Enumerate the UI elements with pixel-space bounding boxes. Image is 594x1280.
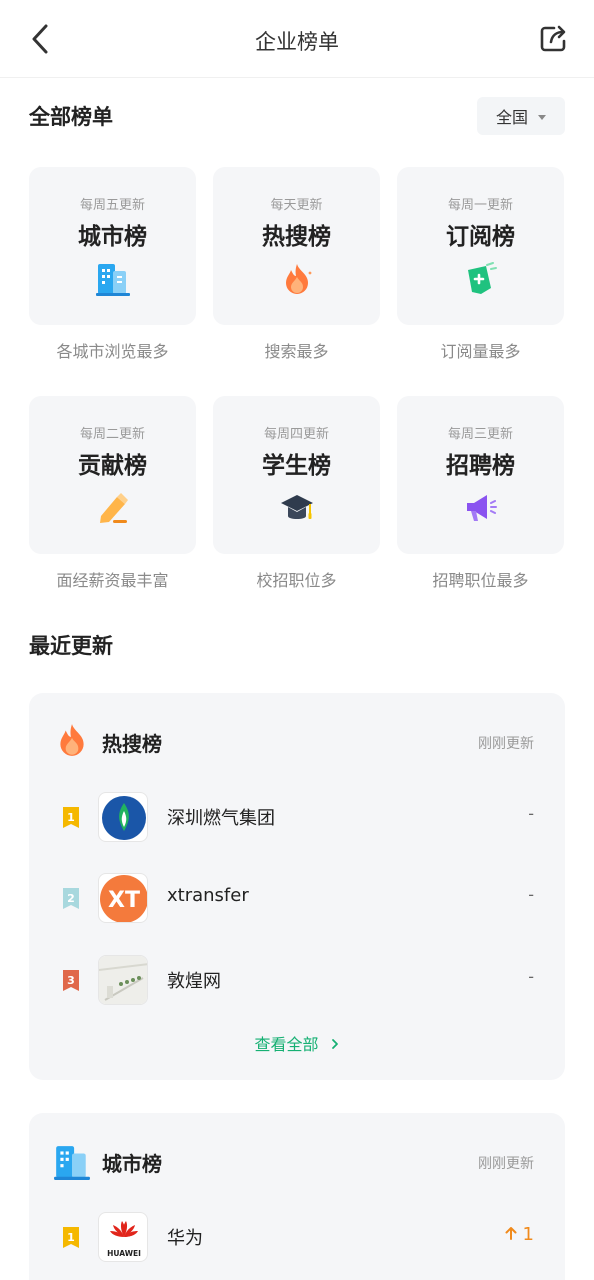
category-description: 各城市浏览最多 bbox=[56, 342, 169, 361]
category-frequency: 每周一更新 bbox=[447, 198, 513, 213]
category-frequency: 每周五更新 bbox=[79, 198, 145, 213]
ranking-row[interactable]: 1 HUAWEI 华为 1 bbox=[29, 1212, 565, 1262]
city-ranking-card[interactable]: 城市榜 刚刚更新 1 HUAWEI 华为 1 bbox=[29, 1113, 565, 1280]
dhgate-logo bbox=[99, 956, 147, 1004]
rank-change: - bbox=[528, 967, 534, 986]
category-tile-contribution[interactable]: 每周二更新 贡献榜 bbox=[29, 396, 196, 554]
shenzhen-gas-logo bbox=[102, 796, 146, 840]
rank-number: 2 bbox=[67, 892, 75, 905]
rank-number: 1 bbox=[67, 811, 75, 824]
category-name: 贡献榜 bbox=[78, 453, 147, 479]
category-description: 面经薪资最丰富 bbox=[56, 571, 169, 590]
category-name: 订阅榜 bbox=[446, 224, 515, 250]
ranking-row[interactable]: 3 敦煌网 - bbox=[29, 955, 565, 1005]
category-tile-student[interactable]: 每周四更新 学生榜 bbox=[213, 396, 380, 554]
category-name: 热搜榜 bbox=[262, 224, 331, 250]
region-label: 全国 bbox=[495, 108, 528, 127]
card-title: 热搜榜 bbox=[102, 732, 162, 756]
category-description: 招聘职位最多 bbox=[432, 571, 529, 590]
graduation-cap-icon bbox=[281, 495, 313, 519]
category-description: 校招职位多 bbox=[256, 571, 337, 590]
rank-change: 1 bbox=[505, 1224, 534, 1245]
share-icon[interactable] bbox=[538, 22, 570, 54]
company-logo bbox=[98, 792, 148, 842]
rank-number: 3 bbox=[67, 974, 75, 987]
view-all-link[interactable]: 查看全部 bbox=[29, 1031, 565, 1055]
company-name: 华为 bbox=[167, 1228, 203, 1249]
rank-badge-1: 1 bbox=[63, 807, 79, 828]
company-name: xtransfer bbox=[167, 885, 249, 906]
category-tile-subscribe[interactable]: 每周一更新 订阅榜 bbox=[397, 167, 564, 325]
company-name: 敦煌网 bbox=[167, 971, 221, 992]
rank-number: 1 bbox=[67, 1231, 75, 1244]
logo-text: XT bbox=[108, 888, 140, 913]
rank-badge-3: 3 bbox=[63, 970, 79, 991]
company-logo: HUAWEI bbox=[98, 1212, 148, 1262]
rank-change-value: 1 bbox=[522, 1224, 534, 1245]
megaphone-icon bbox=[467, 495, 497, 521]
page-title: 企业榜单 bbox=[255, 30, 339, 54]
card-updated-time: 刚刚更新 bbox=[478, 736, 534, 752]
rank-change: - bbox=[528, 885, 534, 904]
region-selector[interactable]: 全国 bbox=[477, 97, 565, 135]
pencil-icon bbox=[100, 493, 128, 523]
category-tile-hot-search[interactable]: 每天更新 热搜榜 bbox=[213, 167, 380, 325]
category-name: 学生榜 bbox=[262, 453, 331, 479]
category-name: 城市榜 bbox=[78, 224, 147, 250]
ranking-row[interactable]: 1 深圳燃气集团 - bbox=[29, 792, 565, 842]
category-name: 招聘榜 bbox=[446, 453, 515, 479]
category-description: 搜索最多 bbox=[264, 342, 329, 361]
rank-badge-1: 1 bbox=[63, 1227, 79, 1248]
logo-text: HUAWEI bbox=[107, 1249, 141, 1258]
flame-icon bbox=[286, 264, 312, 294]
chevron-right-icon bbox=[331, 1039, 338, 1049]
ranking-row[interactable]: 2 XT xtransfer - bbox=[29, 873, 565, 923]
view-all-label: 查看全部 bbox=[254, 1035, 319, 1054]
category-frequency: 每周二更新 bbox=[79, 427, 145, 442]
company-logo bbox=[98, 955, 148, 1005]
hot-search-card[interactable]: 热搜榜 刚刚更新 1 深圳燃气集团 - 2 XT xtransfer - 3 敦… bbox=[29, 693, 565, 1080]
city-building-icon bbox=[96, 264, 130, 296]
city-building-icon bbox=[54, 1146, 90, 1180]
arrow-up-icon bbox=[505, 1227, 517, 1240]
recent-updates-title: 最近更新 bbox=[29, 634, 113, 658]
company-name: 深圳燃气集团 bbox=[167, 808, 275, 829]
category-frequency: 每周三更新 bbox=[447, 427, 513, 442]
company-logo: XT bbox=[98, 873, 148, 923]
subscribe-tag-icon bbox=[468, 262, 497, 294]
rank-badge-2: 2 bbox=[63, 888, 79, 909]
category-frequency: 每周四更新 bbox=[263, 427, 329, 442]
top-bar: 企业榜单 bbox=[0, 0, 594, 78]
all-rankings-title: 全部榜单 bbox=[29, 105, 113, 129]
huawei-logo: HUAWEI bbox=[107, 1221, 141, 1258]
flame-icon bbox=[60, 724, 84, 756]
card-title: 城市榜 bbox=[102, 1152, 162, 1176]
category-tile-recruit[interactable]: 每周三更新 招聘榜 bbox=[397, 396, 564, 554]
caret-down-icon bbox=[538, 114, 546, 120]
card-updated-time: 刚刚更新 bbox=[478, 1156, 534, 1172]
xtransfer-logo: XT bbox=[100, 875, 147, 922]
category-description: 订阅量最多 bbox=[440, 342, 521, 361]
rank-change: - bbox=[528, 804, 534, 823]
category-tile-city[interactable]: 每周五更新 城市榜 bbox=[29, 167, 196, 325]
category-frequency: 每天更新 bbox=[270, 198, 323, 213]
